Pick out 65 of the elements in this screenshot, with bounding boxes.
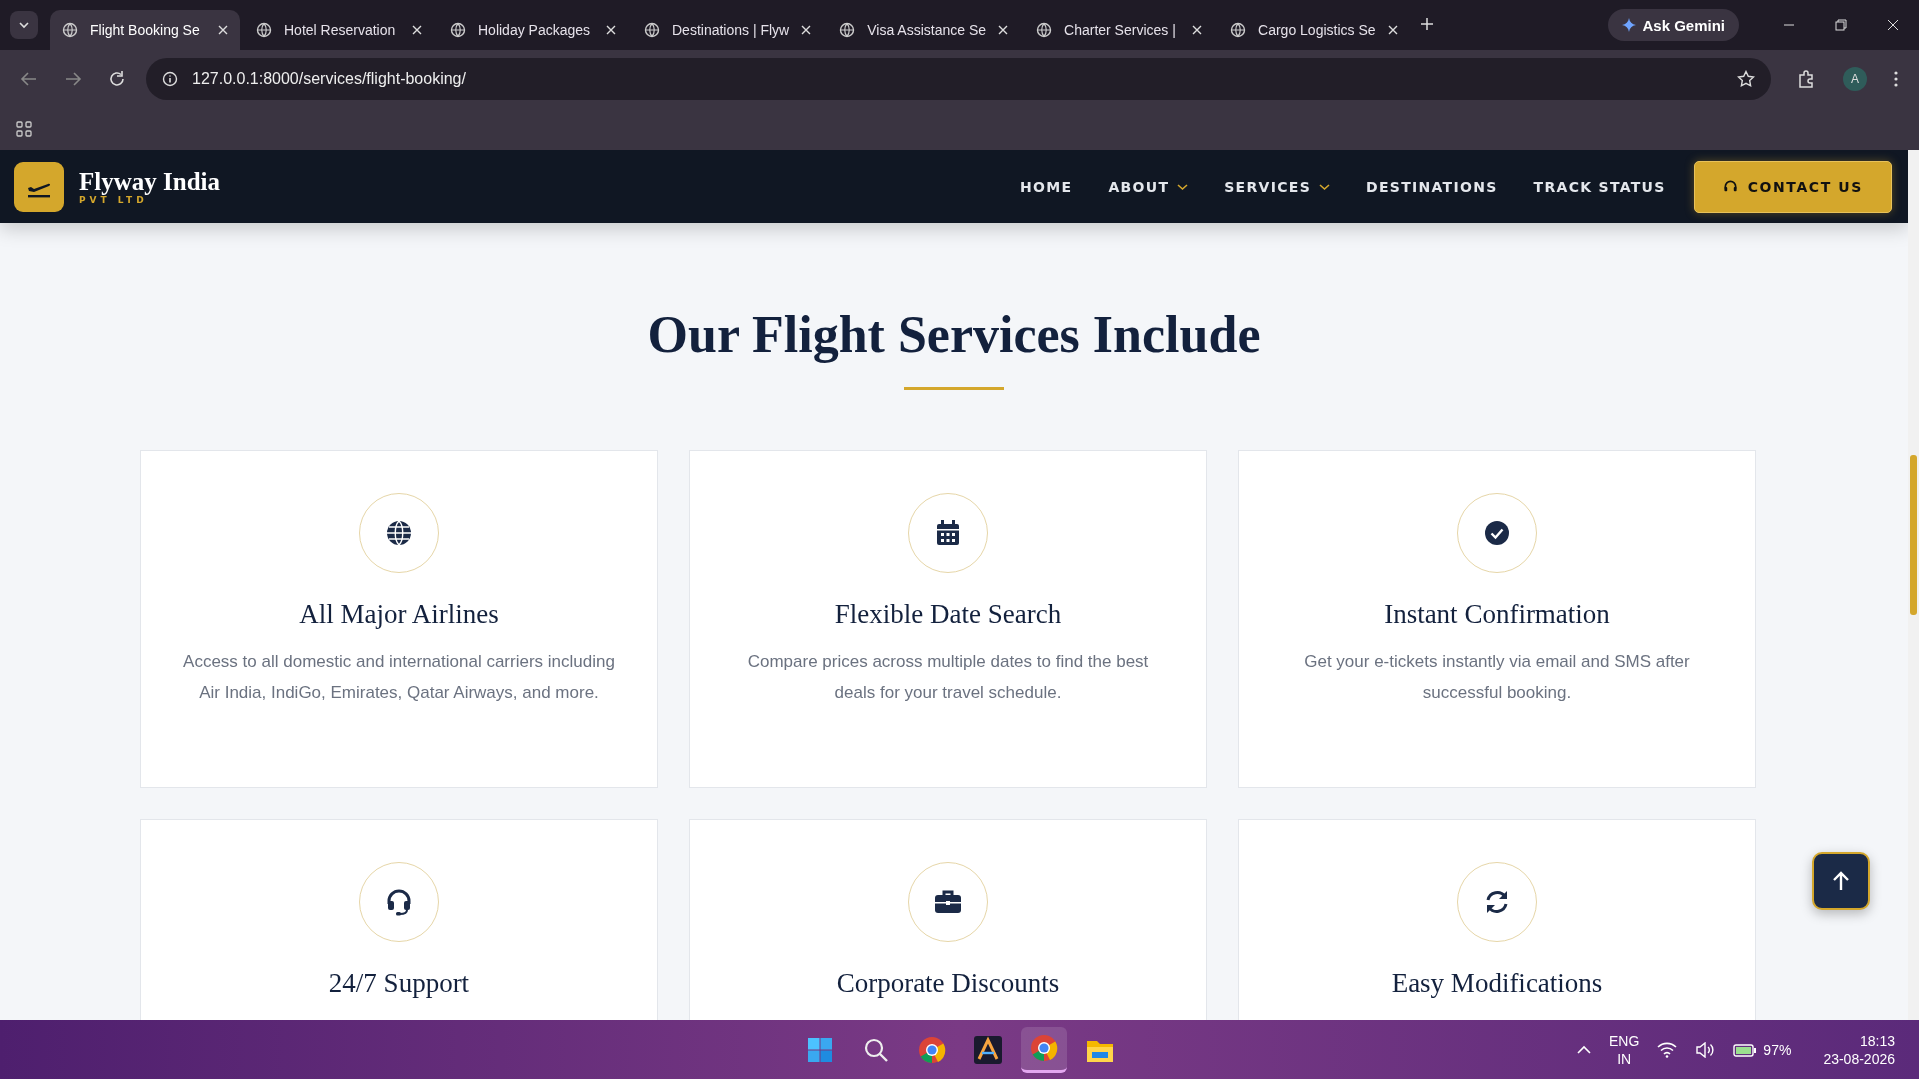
globe-icon [1036, 22, 1053, 38]
card-title: 24/7 Support [328, 968, 470, 999]
back-icon[interactable] [20, 70, 38, 88]
card-title: Flexible Date Search [834, 599, 1062, 630]
card-title: Corporate Discounts [836, 968, 1060, 999]
contact-us-button[interactable]: CONTACT US [1693, 160, 1892, 213]
battery-percentage: 97% [1763, 1041, 1792, 1058]
close-tab-icon[interactable] [801, 25, 812, 35]
browser-icon[interactable] [1020, 1026, 1067, 1073]
taskbar-clock[interactable]: 18:13 23-08-2026 [1823, 1031, 1895, 1068]
card-description: Access to all domestic and international carriers including Air India, IndiGo, Emirates, Qatar Airways, and more. [182, 651, 616, 704]
browser-tab[interactable]: Destinations | Flyw [632, 10, 824, 50]
globe-icon [62, 22, 78, 38]
reload-icon[interactable] [108, 70, 126, 88]
globe-icon [839, 22, 856, 38]
card-title: All Major Airlines [299, 599, 499, 630]
card-title: Easy Modifications [1391, 968, 1603, 999]
nav-link[interactable]: DESTINATIONS [1366, 178, 1498, 195]
restore-icon[interactable] [1835, 19, 1847, 31]
nav-link[interactable]: ABOUT [1108, 178, 1189, 195]
arrow-up-icon [1832, 871, 1850, 891]
card-description: Compare prices across multiple dates to find the best deals for your travel schedule. [746, 651, 1150, 704]
scrollbar[interactable] [1908, 150, 1919, 1020]
battery-icon[interactable] [1733, 1042, 1758, 1057]
browser-tab[interactable]: Charter Services | [1024, 10, 1215, 50]
close-tab-icon[interactable] [218, 25, 228, 35]
browser-tab[interactable]: Cargo Logistics Se [1218, 10, 1410, 50]
nav-link[interactable]: HOME [1020, 178, 1073, 195]
close-icon[interactable] [1887, 19, 1899, 31]
plane-logo-icon[interactable] [14, 161, 64, 212]
close-tab-icon[interactable] [1192, 25, 1203, 35]
forward-icon[interactable] [64, 70, 82, 88]
globe-icon [450, 22, 466, 38]
bookmark-star-icon[interactable] [1737, 70, 1755, 88]
site-info-icon[interactable] [162, 71, 178, 87]
headset-icon [1722, 179, 1738, 194]
wifi-icon[interactable] [1657, 1041, 1678, 1058]
volume-icon[interactable] [1695, 1041, 1716, 1058]
ask-gemini-button[interactable]: Ask Gemini [1608, 9, 1739, 41]
close-tab-icon[interactable] [1387, 25, 1398, 35]
brand-name[interactable]: Flyway India [79, 168, 220, 195]
globe-icon [1230, 22, 1247, 38]
card-title: Instant Confirmation [1384, 599, 1610, 630]
apps-grid-icon[interactable] [16, 121, 32, 137]
globe-icon [256, 22, 272, 38]
language-indicator[interactable]: ENG IN [1609, 1031, 1640, 1068]
tab-search-icon[interactable] [10, 11, 38, 39]
chevron-up-icon[interactable] [1577, 1044, 1591, 1055]
close-tab-icon[interactable] [606, 25, 616, 35]
profile-avatar[interactable]: A [1843, 67, 1867, 91]
more-icon[interactable] [1893, 70, 1899, 88]
globe-icon [644, 22, 660, 38]
nav-link[interactable]: SERVICES [1224, 178, 1331, 195]
back-to-top-button[interactable] [1812, 852, 1870, 910]
close-tab-icon[interactable] [412, 25, 422, 35]
card-description: Get your e-tickets instantly via email and SMS after successful booking. [1303, 651, 1691, 704]
browser-tab[interactable]: Holiday Packages [438, 10, 628, 50]
section-title: Our Flight Services Include [646, 305, 1262, 365]
browser-tab[interactable]: Hotel Reservation [244, 10, 434, 50]
nav-link[interactable]: TRACK STATUS [1533, 178, 1666, 195]
close-tab-icon[interactable] [998, 25, 1009, 35]
browser-tab[interactable]: Visa Assistance Se [827, 10, 1021, 50]
browser-tab[interactable]: Flight Booking Se [50, 10, 240, 50]
address-field[interactable]: 127.0.0.1:8000/services/flight-booking/ [146, 58, 1771, 100]
sparkle-icon [1622, 18, 1637, 32]
